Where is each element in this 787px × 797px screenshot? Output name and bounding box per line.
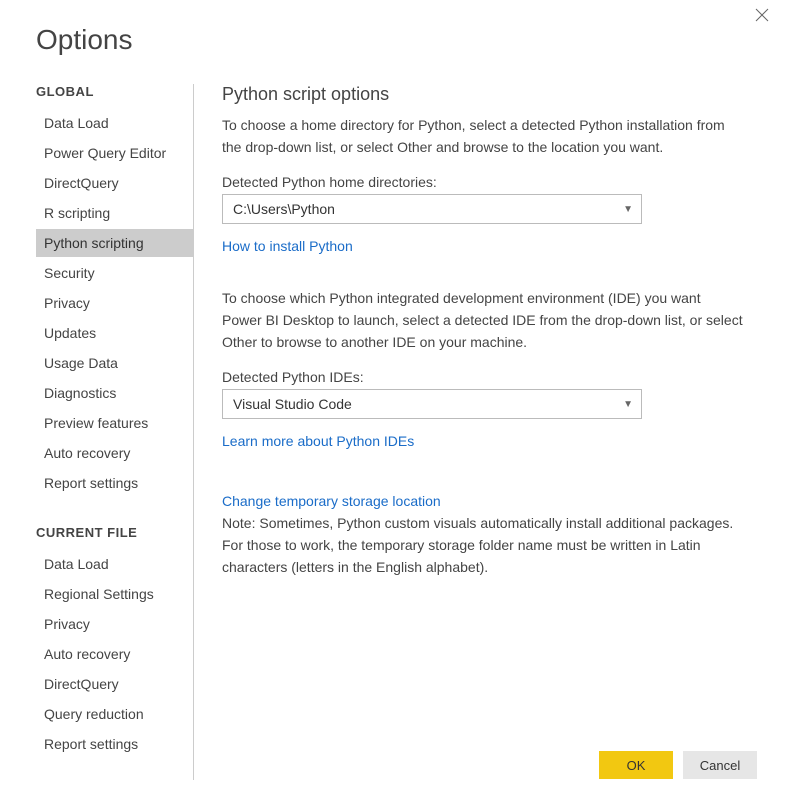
- sidebar-item-diagnostics[interactable]: Diagnostics: [36, 379, 193, 407]
- chevron-down-icon: ▼: [623, 204, 633, 215]
- sidebar-item-report-settings[interactable]: Report settings: [36, 469, 193, 497]
- sidebar-item-cf-privacy[interactable]: Privacy: [36, 610, 193, 638]
- ide-learn-more-link[interactable]: Learn more about Python IDEs: [222, 433, 414, 449]
- cancel-button[interactable]: Cancel: [683, 751, 757, 779]
- content-pane: Python script options To choose a home d…: [194, 84, 751, 780]
- home-dir-value: C:\Users\Python: [233, 201, 335, 217]
- sidebar-item-cf-regional-settings[interactable]: Regional Settings: [36, 580, 193, 608]
- sidebar-item-privacy[interactable]: Privacy: [36, 289, 193, 317]
- sidebar-item-power-query-editor[interactable]: Power Query Editor: [36, 139, 193, 167]
- intro-text: To choose a home directory for Python, s…: [222, 115, 743, 158]
- sidebar-item-preview-features[interactable]: Preview features: [36, 409, 193, 437]
- sidebar: GLOBAL Data LoadPower Query EditorDirect…: [36, 84, 194, 780]
- install-python-link[interactable]: How to install Python: [222, 238, 353, 254]
- sidebar-item-auto-recovery[interactable]: Auto recovery: [36, 439, 193, 467]
- ide-select[interactable]: Visual Studio Code ▼: [222, 389, 642, 419]
- page-heading: Python script options: [222, 84, 743, 105]
- ide-value: Visual Studio Code: [233, 396, 352, 412]
- sidebar-item-python-scripting[interactable]: Python scripting: [36, 229, 193, 257]
- sidebar-item-data-load[interactable]: Data Load: [36, 109, 193, 137]
- sidebar-item-updates[interactable]: Updates: [36, 319, 193, 347]
- footer-buttons: OK Cancel: [599, 751, 757, 779]
- sidebar-item-cf-data-load[interactable]: Data Load: [36, 550, 193, 578]
- ide-intro-text: To choose which Python integrated develo…: [222, 288, 743, 353]
- ok-button[interactable]: OK: [599, 751, 673, 779]
- home-dir-select[interactable]: C:\Users\Python ▼: [222, 194, 642, 224]
- sidebar-item-cf-auto-recovery[interactable]: Auto recovery: [36, 640, 193, 668]
- sidebar-item-r-scripting[interactable]: R scripting: [36, 199, 193, 227]
- sidebar-header-current-file: CURRENT FILE: [36, 525, 193, 540]
- home-dir-label: Detected Python home directories:: [222, 174, 743, 190]
- sidebar-item-cf-directquery[interactable]: DirectQuery: [36, 670, 193, 698]
- close-icon[interactable]: [755, 8, 775, 28]
- sidebar-header-global: GLOBAL: [36, 84, 193, 99]
- storage-location-link[interactable]: Change temporary storage location: [222, 493, 441, 509]
- sidebar-item-usage-data[interactable]: Usage Data: [36, 349, 193, 377]
- chevron-down-icon: ▼: [623, 399, 633, 410]
- window-title: Options: [0, 0, 787, 56]
- sidebar-item-cf-report-settings[interactable]: Report settings: [36, 730, 193, 758]
- ide-label: Detected Python IDEs:: [222, 369, 743, 385]
- storage-note: Note: Sometimes, Python custom visuals a…: [222, 513, 743, 578]
- sidebar-item-security[interactable]: Security: [36, 259, 193, 287]
- sidebar-item-directquery[interactable]: DirectQuery: [36, 169, 193, 197]
- sidebar-item-cf-query-reduction[interactable]: Query reduction: [36, 700, 193, 728]
